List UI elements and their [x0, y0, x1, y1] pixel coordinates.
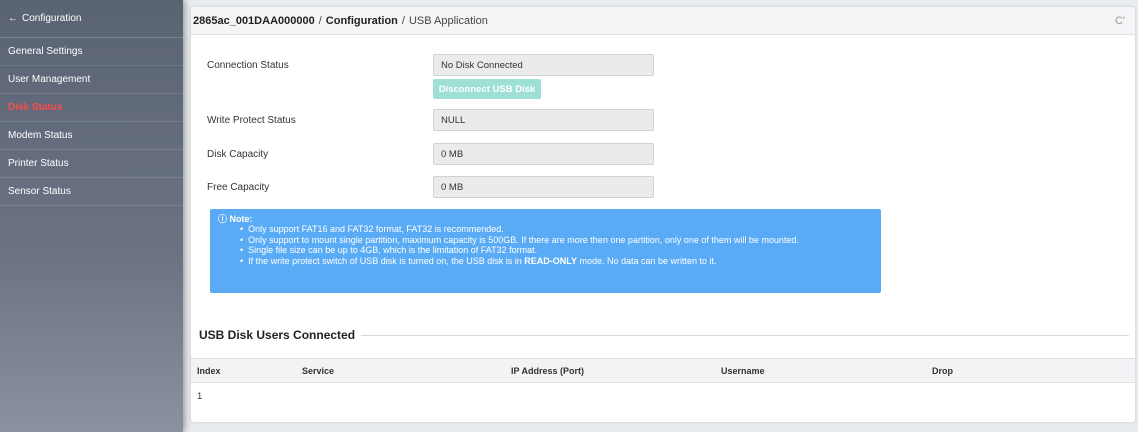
refresh-icon[interactable]: C' [1115, 15, 1125, 27]
sidebar-item-disk-status[interactable]: Disk Status [0, 94, 183, 122]
note-item: If the write protect switch of USB disk … [240, 256, 873, 266]
sidebar-item-user-management[interactable]: User Management [0, 66, 183, 94]
disconnect-usb-disk-button[interactable]: Disconnect USB Disk [433, 79, 541, 99]
users-section-title: USB Disk Users Connected [199, 326, 1129, 344]
breadcrumb-separator: / [318, 14, 322, 27]
sidebar-back-configuration[interactable]: ← Configuration [0, 0, 183, 38]
main-panel: 2865ac_001DAA000000 / Configuration / US… [191, 7, 1135, 422]
connection-status-row: Connection Status No Disk Connected [207, 54, 654, 76]
sidebar-item-label: Printer Status [8, 158, 69, 169]
note-text: If the write protect switch of USB disk … [248, 255, 525, 266]
column-ip-address: IP Address (Port) [511, 366, 585, 376]
column-username: Username [721, 366, 765, 376]
note-title: ⓘ Note: [218, 214, 873, 224]
disk-capacity-value: 0 MB [433, 143, 654, 165]
info-icon: ⓘ [218, 214, 228, 224]
column-service: Service [302, 366, 335, 376]
note-emphasis: READ-ONLY [524, 255, 577, 266]
note-list: Only support FAT16 and FAT32 format, FAT… [218, 224, 873, 266]
sidebar-item-label: General Settings [8, 46, 83, 57]
breadcrumb-device[interactable]: 2865ac_001DAA000000 [193, 15, 315, 27]
write-protect-row: Write Protect Status NULL [207, 109, 654, 131]
write-protect-label: Write Protect Status [207, 114, 296, 126]
breadcrumb: 2865ac_001DAA000000 / Configuration / US… [191, 7, 1135, 35]
sidebar-item-modem-status[interactable]: Modem Status [0, 122, 183, 150]
users-table-header: Index Service IP Address (Port) Username… [191, 358, 1135, 383]
disk-capacity-label: Disk Capacity [207, 148, 269, 160]
free-capacity-row: Free Capacity 0 MB [207, 176, 654, 198]
sidebar-item-label: Sensor Status [8, 186, 71, 197]
note-box: ⓘ Note: Only support FAT16 and FAT32 for… [210, 209, 881, 293]
table-row-index: 1 [197, 391, 203, 402]
connection-status-label: Connection Status [207, 59, 289, 71]
sidebar-item-printer-status[interactable]: Printer Status [0, 150, 183, 178]
free-capacity-label: Free Capacity [207, 181, 270, 193]
note-title-text: Note: [229, 214, 253, 224]
sidebar-item-sensor-status[interactable]: Sensor Status [0, 178, 183, 206]
note-text: mode. No data can be written to it. [576, 255, 717, 266]
sidebar-item-label: User Management [8, 74, 91, 85]
users-section-title-text: USB Disk Users Connected [199, 328, 356, 342]
sidebar: ← Configuration General Settings User Ma… [0, 0, 183, 432]
sidebar-item-general-settings[interactable]: General Settings [0, 38, 183, 66]
note-item: Only support FAT16 and FAT32 format, FAT… [240, 224, 873, 234]
write-protect-value: NULL [433, 109, 654, 131]
column-drop: Drop [932, 366, 953, 376]
note-item: Only support to mount single partition, … [240, 235, 873, 245]
note-item: Single file size can be up to 4GB, which… [240, 245, 873, 255]
free-capacity-value: 0 MB [433, 176, 654, 198]
breadcrumb-configuration[interactable]: Configuration [326, 15, 398, 27]
disk-capacity-row: Disk Capacity 0 MB [207, 143, 654, 165]
section-divider [361, 334, 1129, 336]
breadcrumb-separator: / [401, 14, 405, 27]
sidebar-header-label: Configuration [22, 13, 82, 24]
sidebar-item-label: Modem Status [8, 130, 73, 141]
sidebar-item-label: Disk Status [8, 102, 63, 113]
connection-status-value: No Disk Connected [433, 54, 654, 76]
back-arrow-icon: ← [8, 13, 18, 24]
breadcrumb-current-page: USB Application [408, 14, 488, 27]
column-index: Index [197, 366, 221, 376]
